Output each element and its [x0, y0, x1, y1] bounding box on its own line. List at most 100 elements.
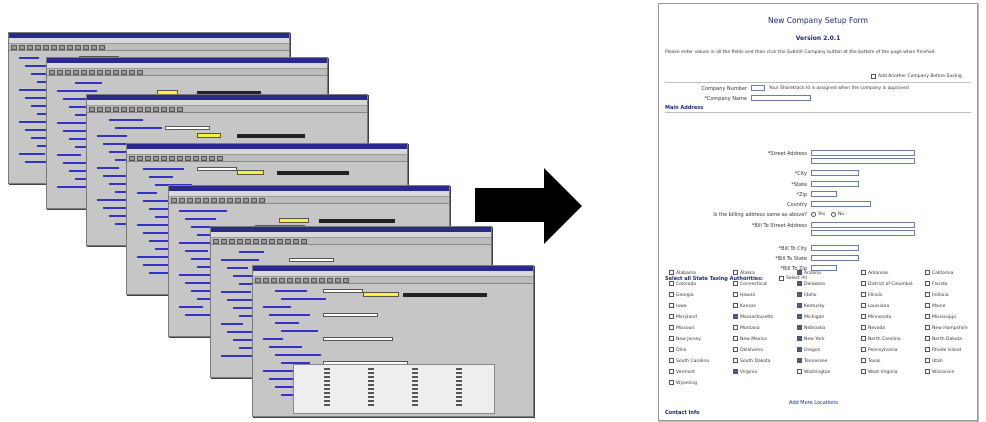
state-checkbox[interactable] [669, 336, 674, 341]
state-checkbox[interactable] [733, 336, 738, 341]
state-checkbox[interactable] [669, 281, 674, 286]
state-checkbox[interactable] [797, 369, 802, 374]
state-option[interactable]: Nevada [861, 325, 885, 331]
state-option[interactable]: North Carolina [861, 336, 901, 342]
state-option[interactable]: Maryland [669, 314, 697, 320]
bill-to-state-select[interactable] [811, 255, 859, 261]
state-option[interactable]: Michigan [797, 314, 824, 320]
state-checkbox[interactable] [669, 358, 674, 363]
zip-field[interactable] [811, 191, 837, 197]
state-option[interactable]: South Dakota [733, 358, 770, 364]
state-checkbox[interactable] [733, 303, 738, 308]
state-option[interactable]: Kansas [733, 303, 756, 309]
state-checkbox[interactable] [797, 325, 802, 330]
state-checkbox[interactable] [733, 281, 738, 286]
state-option[interactable]: Texas [861, 358, 880, 364]
state-checkbox[interactable] [861, 358, 866, 363]
state-checkbox[interactable] [733, 270, 738, 275]
state-option[interactable]: Indiana [925, 292, 949, 298]
state-checkbox[interactable] [797, 314, 802, 319]
state-select[interactable] [811, 181, 859, 187]
state-option[interactable]: Wyoming [669, 380, 697, 386]
state-option[interactable]: Pennsylvania [861, 347, 898, 353]
state-option[interactable]: Rhode Island [925, 347, 961, 353]
state-checkbox[interactable] [669, 314, 674, 319]
state-option[interactable]: New Mexico [733, 336, 767, 342]
state-option[interactable]: Nebraska [797, 325, 825, 331]
billing-no-radio[interactable] [831, 212, 836, 217]
state-option[interactable]: Arkansas [861, 270, 889, 276]
state-option[interactable]: Delaware [797, 281, 825, 287]
state-option[interactable]: Alabama [669, 270, 696, 276]
street-address-field-2[interactable] [811, 158, 915, 164]
state-checkbox[interactable] [733, 358, 738, 363]
select-all-checkbox[interactable] [779, 276, 784, 281]
state-option[interactable]: New Jersey [669, 336, 701, 342]
state-option[interactable]: Kentucky [797, 303, 825, 309]
state-option[interactable]: Connecticut [733, 281, 767, 287]
state-option[interactable]: Ohio [669, 347, 686, 353]
state-checkbox[interactable] [925, 303, 930, 308]
state-checkbox[interactable] [669, 347, 674, 352]
state-checkbox[interactable] [797, 303, 802, 308]
state-option[interactable]: Montana [733, 325, 760, 331]
state-checkbox[interactable] [861, 281, 866, 286]
state-option[interactable]: South Carolina [669, 358, 709, 364]
state-checkbox[interactable] [925, 270, 930, 275]
street-address-field-1[interactable] [811, 150, 915, 156]
state-option[interactable]: North Dakota [925, 336, 962, 342]
state-option[interactable]: Maine [925, 303, 946, 309]
state-checkbox[interactable] [797, 270, 802, 275]
add-more-locations-link[interactable]: Add More Locations [789, 400, 838, 406]
state-checkbox[interactable] [925, 281, 930, 286]
state-checkbox[interactable] [925, 369, 930, 374]
state-checkbox[interactable] [925, 336, 930, 341]
country-field[interactable] [811, 201, 871, 207]
state-option[interactable]: Colorado [669, 281, 696, 287]
state-checkbox[interactable] [925, 325, 930, 330]
state-checkbox[interactable] [797, 358, 802, 363]
state-checkbox[interactable] [861, 314, 866, 319]
state-checkbox[interactable] [669, 292, 674, 297]
bill-to-city-field[interactable] [811, 245, 859, 251]
bill-to-address-field-1[interactable] [811, 222, 915, 228]
state-option[interactable]: Virginia [733, 369, 757, 375]
company-number-field[interactable] [751, 85, 765, 91]
state-checkbox[interactable] [861, 303, 866, 308]
state-option[interactable]: Minnesota [861, 314, 891, 320]
state-option[interactable]: Louisiana [861, 303, 889, 309]
state-checkbox[interactable] [797, 336, 802, 341]
state-checkbox[interactable] [925, 358, 930, 363]
state-option[interactable]: Florida [925, 281, 947, 287]
state-checkbox[interactable] [925, 347, 930, 352]
state-option[interactable]: Iowa [669, 303, 687, 309]
state-option[interactable]: Utah [925, 358, 943, 364]
state-checkbox[interactable] [669, 303, 674, 308]
state-option[interactable]: New York [797, 336, 825, 342]
state-option[interactable]: Georgia [669, 292, 694, 298]
state-checkbox[interactable] [861, 292, 866, 297]
state-checkbox[interactable] [733, 292, 738, 297]
state-option[interactable]: Arizona [797, 270, 821, 276]
state-option[interactable]: Oklahoma [733, 347, 763, 353]
add-another-checkbox[interactable] [871, 74, 876, 79]
state-option[interactable]: Massachusetts [733, 314, 773, 320]
state-checkbox[interactable] [669, 380, 674, 385]
state-checkbox[interactable] [861, 347, 866, 352]
state-checkbox[interactable] [797, 292, 802, 297]
state-option[interactable]: District of Columbia [861, 281, 913, 287]
state-option[interactable]: Illinois [861, 292, 882, 298]
state-checkbox[interactable] [797, 281, 802, 286]
state-checkbox[interactable] [925, 314, 930, 319]
bill-to-address-field-2[interactable] [811, 230, 915, 236]
state-checkbox[interactable] [861, 369, 866, 374]
state-option[interactable]: Alaska [733, 270, 755, 276]
city-field[interactable] [811, 170, 859, 176]
state-option[interactable]: Hawaii [733, 292, 755, 298]
state-option[interactable]: Idaho [797, 292, 817, 298]
state-checkbox[interactable] [925, 292, 930, 297]
state-checkbox[interactable] [669, 325, 674, 330]
company-name-field[interactable] [751, 95, 811, 101]
state-checkbox[interactable] [733, 347, 738, 352]
state-option[interactable]: New Hampshire [925, 325, 968, 331]
